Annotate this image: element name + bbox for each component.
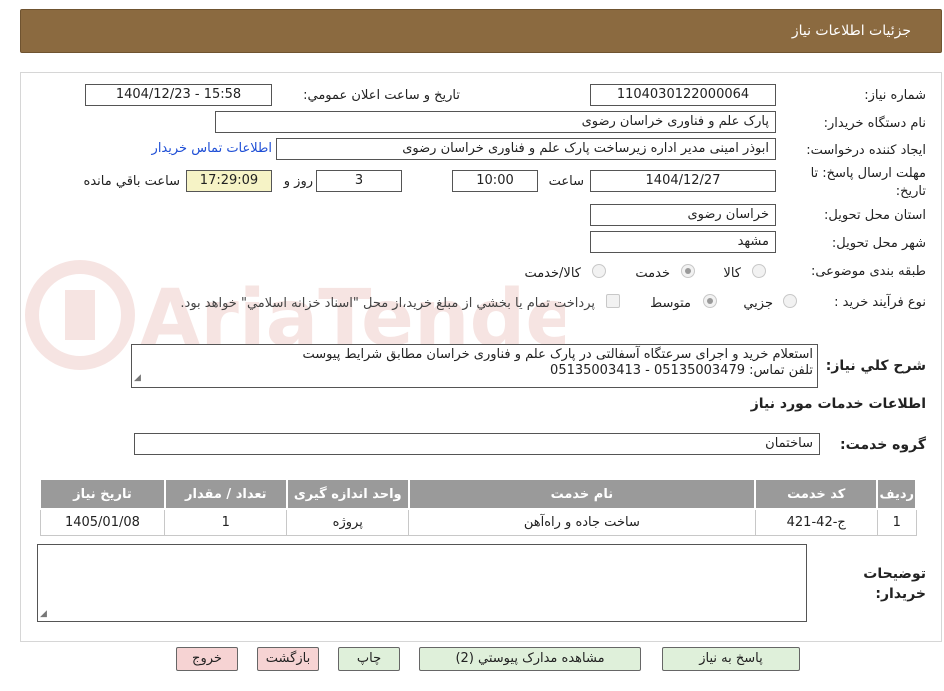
category-goods-service-label: کالا/خدمت bbox=[524, 266, 581, 281]
deadline-date-field[interactable]: 1404/12/27 bbox=[590, 170, 776, 192]
col-header-quantity: تعداد / مقدار bbox=[163, 478, 288, 510]
process-minor-label: جزيي bbox=[743, 296, 773, 311]
attachments-button[interactable]: مشاهده مدارک پيوستي (2) bbox=[419, 647, 641, 671]
service-group-field[interactable]: ساختمان bbox=[134, 433, 820, 455]
category-goods-radio[interactable] bbox=[752, 264, 766, 278]
buyer-notes-label-2: خريدار: bbox=[875, 586, 926, 602]
deadline-time-field[interactable]: 10:00 bbox=[452, 170, 538, 192]
city-field[interactable]: مشهد bbox=[590, 231, 776, 253]
category-goods-service-radio[interactable] bbox=[592, 264, 606, 278]
print-button[interactable]: چاپ bbox=[338, 647, 400, 671]
services-section-title: اطلاعات خدمات مورد نياز bbox=[750, 396, 926, 412]
category-service-radio[interactable] bbox=[681, 264, 695, 278]
category-service-label: خدمت bbox=[635, 266, 670, 281]
cell-row-number: 1 bbox=[876, 508, 917, 536]
province-label: استان محل تحويل: bbox=[824, 208, 926, 223]
services-table: رديف کد خدمت نام خدمت واحد اندازه گيری ت… bbox=[39, 478, 917, 536]
buyer-notes-textarea[interactable] bbox=[37, 544, 807, 622]
page-header: جزئیات اطلاعات نیاز bbox=[20, 9, 942, 53]
buyer-notes-label: توضيحات bbox=[863, 566, 926, 582]
resize-grip-icon[interactable]: ◢ bbox=[40, 609, 47, 619]
process-medium-label: متوسط bbox=[650, 296, 691, 311]
col-header-need-date: تاريخ نياز bbox=[39, 478, 166, 510]
days-label: روز و bbox=[283, 174, 313, 189]
cell-service-code: ج-42-421 bbox=[754, 508, 878, 536]
table-row: 1 ج-42-421 ساخت جاده و راه‌آهن پروژه 1 1… bbox=[39, 508, 917, 536]
process-medium-radio[interactable] bbox=[703, 294, 717, 308]
need-number-field[interactable]: 1104030122000064 bbox=[590, 84, 776, 106]
deadline-time-label: ساعت bbox=[548, 174, 584, 189]
buyer-org-field[interactable]: پارک علم و فناوری خراسان رضوی bbox=[215, 111, 776, 133]
announce-label: تاریخ و ساعت اعلان عمومي: bbox=[303, 88, 460, 103]
process-label: نوع فرآيند خريد : bbox=[834, 295, 926, 310]
reply-button[interactable]: پاسخ به نياز bbox=[662, 647, 800, 671]
cell-unit: پروژه bbox=[286, 508, 410, 536]
category-label: طبقه بندی موضوعی: bbox=[810, 264, 926, 279]
exit-button[interactable]: خروج bbox=[176, 647, 238, 671]
col-header-service-code: کد خدمت bbox=[753, 478, 879, 510]
remaining-time-field: 17:29:09 bbox=[186, 170, 272, 192]
cell-need-date: 1405/01/08 bbox=[39, 508, 166, 536]
treasury-payment-checkbox[interactable] bbox=[606, 294, 620, 308]
page-title: جزئیات اطلاعات نیاز bbox=[791, 23, 911, 39]
announce-date-field[interactable]: 1404/12/23 - 15:58 bbox=[85, 84, 272, 106]
description-line-2: تلفن تماس: 05135003479 - 05135003413 bbox=[550, 363, 813, 378]
days-field[interactable]: 3 bbox=[316, 170, 402, 192]
table-header-row: رديف کد خدمت نام خدمت واحد اندازه گيری ت… bbox=[39, 478, 917, 510]
deadline-label: مهلت ارسال پاسخ: تا bbox=[810, 166, 926, 181]
province-field[interactable]: خراسان رضوی bbox=[590, 204, 776, 226]
buyer-contact-link[interactable]: اطلاعات تماس خريدار bbox=[152, 141, 272, 156]
payment-note: پرداخت تمام يا بخشي از مبلغ خريد،از محل … bbox=[180, 296, 595, 311]
requester-field[interactable]: ابوذر امینی مدیر اداره زیرساخت پارک علم … bbox=[276, 138, 776, 160]
need-number-label: شماره نیاز: bbox=[864, 88, 926, 103]
buyer-org-label: نام دستگاه خريدار: bbox=[823, 116, 926, 131]
back-button[interactable]: بازگشت bbox=[257, 647, 319, 671]
description-line-1: استعلام خرید و اجرای سرعتگاه آسفالتی در … bbox=[302, 347, 813, 362]
category-goods-label: کالا bbox=[723, 266, 741, 281]
col-header-service-name: نام خدمت bbox=[407, 478, 757, 510]
description-label: شرح کلي نياز: bbox=[825, 358, 926, 374]
service-group-label: گروه خدمت: bbox=[840, 437, 926, 453]
remaining-label: ساعت باقي مانده bbox=[83, 174, 180, 189]
resize-grip-icon[interactable]: ◢ bbox=[134, 370, 141, 386]
deadline-label-2: تاريخ: bbox=[895, 184, 926, 199]
description-textarea[interactable]: استعلام خرید و اجرای سرعتگاه آسفالتی در … bbox=[131, 344, 818, 388]
city-label: شهر محل تحويل: bbox=[831, 236, 926, 251]
requester-label: ايجاد کننده درخواست: bbox=[806, 143, 926, 158]
col-header-unit: واحد اندازه گيری bbox=[285, 478, 410, 510]
col-header-row-number: رديف bbox=[876, 478, 917, 510]
process-minor-radio[interactable] bbox=[783, 294, 797, 308]
cell-quantity: 1 bbox=[164, 508, 288, 536]
cell-service-name: ساخت جاده و راه‌آهن bbox=[408, 508, 756, 536]
